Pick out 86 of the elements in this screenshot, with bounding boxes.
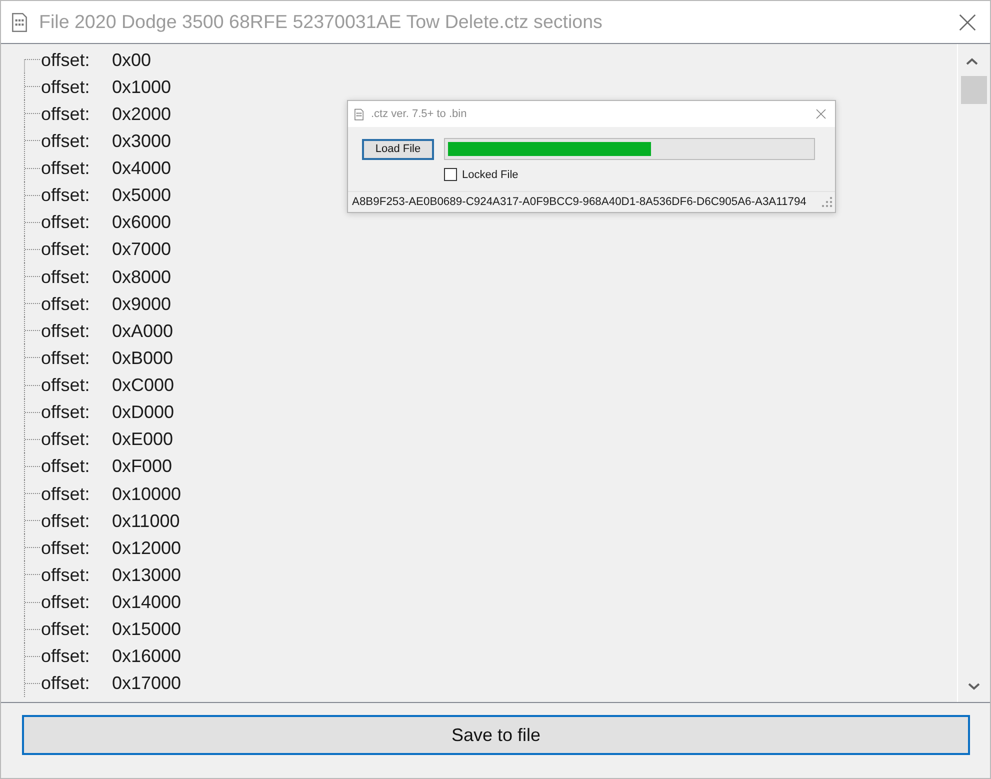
load-file-button[interactable]: Load File bbox=[362, 138, 434, 160]
tree-node-value[interactable]: 0x10000 bbox=[112, 482, 182, 505]
tree-node-value[interactable]: 0xE000 bbox=[112, 428, 174, 450]
tree-node-label[interactable]: offset: bbox=[41, 374, 112, 396]
tree-node-value[interactable]: 0x17000 bbox=[112, 672, 182, 694]
tree-node-label[interactable]: offset: bbox=[41, 76, 112, 98]
tree-node-value[interactable]: 0x2000 bbox=[112, 102, 172, 125]
scroll-down-icon[interactable] bbox=[968, 683, 980, 690]
tree-node-label[interactable]: offset: bbox=[41, 184, 112, 206]
tree-node-label[interactable]: offset: bbox=[41, 672, 112, 694]
tree-node-label[interactable]: offset: bbox=[41, 401, 112, 424]
tree-node-value[interactable]: 0x8000 bbox=[112, 266, 172, 288]
tree-node-value[interactable]: 0x4000 bbox=[112, 157, 172, 180]
checkbox-label[interactable]: Locked File bbox=[462, 168, 518, 180]
tree-node-label[interactable]: offset: bbox=[41, 211, 112, 234]
tree-line bbox=[23, 236, 41, 263]
tree-node-value[interactable]: 0x6000 bbox=[112, 211, 172, 234]
tree-node-value[interactable]: 0x14000 bbox=[112, 591, 182, 614]
window-title: File 2020 Dodge 3500 68RFE 52370031AE Tow Delete.ctz sections bbox=[39, 11, 604, 33]
tree-node-label[interactable]: offset: bbox=[41, 157, 112, 180]
tree-line bbox=[23, 317, 41, 344]
tree-line bbox=[23, 208, 41, 236]
tree-node-label[interactable]: offset: bbox=[41, 346, 112, 369]
scrollbar[interactable] bbox=[957, 44, 990, 702]
tree-line bbox=[23, 182, 41, 209]
document-icon bbox=[354, 108, 364, 120]
tree-node-label[interactable]: offset: bbox=[41, 455, 112, 478]
tree-node-label[interactable]: offset: bbox=[41, 238, 112, 260]
tree-node-value[interactable]: 0xC000 bbox=[112, 374, 174, 396]
tree-node-label[interactable]: offset: bbox=[41, 266, 112, 288]
tree-line bbox=[23, 670, 41, 697]
tree-node-value[interactable]: 0x16000 bbox=[112, 645, 182, 668]
tree-line bbox=[23, 534, 41, 562]
tree-node-value[interactable]: 0x13000 bbox=[112, 564, 182, 586]
tree-line bbox=[23, 561, 41, 588]
tree-node-label[interactable]: offset: bbox=[41, 130, 112, 152]
tree-line bbox=[23, 507, 41, 534]
tree-node-value[interactable]: 0x15000 bbox=[112, 618, 182, 640]
tree-node-value[interactable]: 0x9000 bbox=[112, 292, 172, 315]
tree-line bbox=[23, 452, 41, 480]
tree-node-value[interactable]: 0xF000 bbox=[112, 455, 172, 478]
tree-node-value[interactable]: 0x7000 bbox=[112, 238, 172, 260]
tree-node-label[interactable]: offset: bbox=[41, 536, 112, 559]
tree-line bbox=[23, 290, 41, 318]
tree-node-label[interactable]: offset: bbox=[41, 102, 112, 125]
tree-node-label[interactable]: offset: bbox=[41, 320, 112, 342]
document-icon bbox=[11, 12, 28, 32]
tree-line bbox=[23, 372, 41, 398]
tree-node-label[interactable]: offset: bbox=[41, 645, 112, 668]
tree-line bbox=[23, 100, 41, 128]
tree-node-value[interactable]: 0x12000 bbox=[112, 536, 182, 559]
tree-line bbox=[23, 127, 41, 154]
checkbox[interactable] bbox=[444, 168, 457, 181]
tree-line bbox=[23, 426, 41, 453]
tree-node-label[interactable]: offset: bbox=[41, 48, 112, 71]
tree-node-label[interactable]: offset: bbox=[41, 292, 112, 315]
tree-node-value[interactable]: 0xA000 bbox=[112, 320, 174, 342]
tree-line bbox=[23, 344, 41, 372]
tree-line bbox=[23, 588, 41, 616]
status-text: A8B9F253-AE0B0689-C924A317-A0F9BCC9-968A40D1-8A536DF6-D6C905A6-A3A11794 bbox=[352, 196, 808, 208]
tree-node-value[interactable]: 0x11000 bbox=[112, 510, 180, 532]
tree-line bbox=[23, 398, 41, 426]
tree-node-value[interactable]: 0xB000 bbox=[112, 346, 174, 369]
save-to-file-button[interactable]: Save to file bbox=[22, 715, 970, 755]
tree-node-label[interactable]: offset: bbox=[41, 591, 112, 614]
tree-node-label[interactable]: offset: bbox=[41, 618, 112, 640]
resize-grip-icon[interactable] bbox=[822, 197, 832, 207]
tree-line bbox=[23, 480, 41, 507]
tree-node-label[interactable]: offset: bbox=[41, 482, 112, 505]
tree-node-label[interactable]: offset: bbox=[41, 428, 112, 450]
tree-line bbox=[23, 154, 41, 182]
scroll-up-icon[interactable] bbox=[966, 58, 978, 65]
tree-node-value[interactable]: 0x00 bbox=[112, 48, 152, 71]
scrollbar-thumb[interactable] bbox=[960, 76, 986, 104]
tree-line bbox=[23, 642, 41, 670]
dialog-title: .ctz ver. 7.5+ to .bin bbox=[371, 108, 468, 120]
tree-node-value[interactable]: 0x1000 bbox=[112, 76, 172, 98]
tree-node-value[interactable]: 0x5000 bbox=[112, 184, 172, 206]
tree-node-value[interactable]: 0xD000 bbox=[112, 401, 174, 424]
tree-node-label[interactable]: offset: bbox=[41, 564, 112, 586]
tree-node-value[interactable]: 0x3000 bbox=[112, 130, 172, 152]
close-icon[interactable] bbox=[959, 14, 976, 30]
tree-node-label[interactable]: offset: bbox=[41, 510, 112, 532]
close-icon[interactable] bbox=[816, 109, 826, 119]
tree-line bbox=[23, 263, 41, 290]
tree-line bbox=[23, 616, 41, 643]
